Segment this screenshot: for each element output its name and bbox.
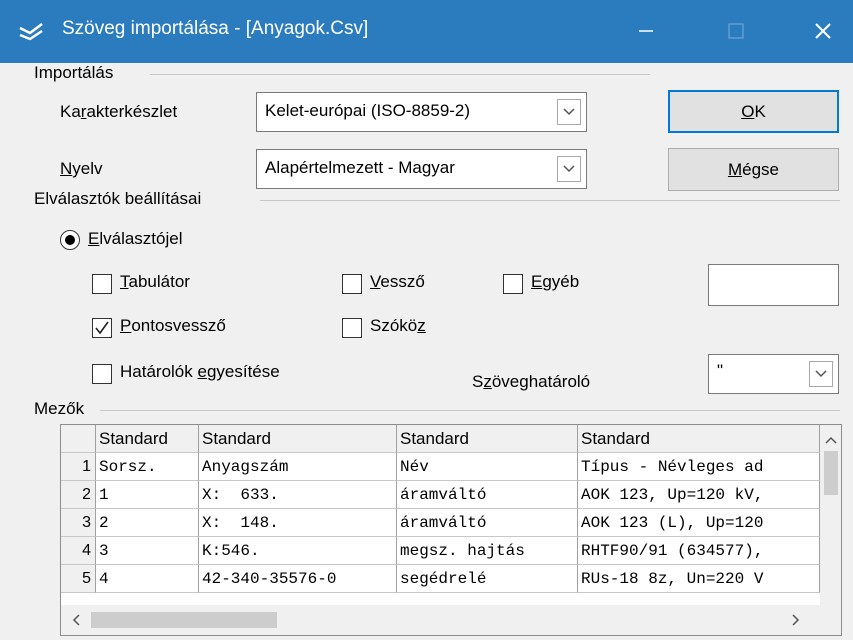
other-checkbox[interactable]: [503, 274, 523, 294]
table-cell: megsz. hajtás: [397, 537, 578, 565]
minimize-button[interactable]: [616, 8, 676, 54]
window-title: Szöveg importálása - [Anyagok.Csv]: [62, 18, 369, 39]
preview-grid[interactable]: Standard Standard Standard Standard 1 So…: [60, 424, 842, 636]
close-icon: [815, 23, 831, 39]
space-checkbox-label[interactable]: Szóköz: [370, 316, 426, 336]
table-cell: segédrelé: [397, 565, 578, 593]
horizontal-scrollbar[interactable]: [61, 605, 841, 635]
charset-select[interactable]: Kelet-európai (ISO-8859-2): [256, 92, 587, 132]
title-bar: Szöveg importálása - [Anyagok.Csv]: [0, 0, 853, 63]
ok-button-label: OK: [741, 101, 766, 121]
table-cell: RUs-18 8z, Un=220 V: [578, 565, 820, 593]
row-number: 2: [61, 481, 96, 509]
libreoffice-gull-icon: [19, 23, 43, 41]
table-cell: K:546.: [199, 537, 397, 565]
table-cell: Anyagszám: [199, 453, 397, 481]
maximize-button: [706, 8, 766, 54]
radio-dot: [65, 235, 75, 245]
table-cell: áramváltó: [397, 509, 578, 537]
fields-group-label: Mezők: [34, 399, 91, 419]
maximize-icon: [728, 23, 744, 39]
separator-group-label: Elválasztók beállításai: [34, 189, 208, 209]
table-cell: AOK 123, Up=120 kV,: [578, 481, 820, 509]
minimize-icon: [639, 30, 653, 32]
column-header[interactable]: Standard: [199, 425, 397, 453]
language-value: Alapértelmezett - Magyar: [265, 158, 455, 177]
tab-checkbox[interactable]: [92, 274, 112, 294]
semicolon-checkbox[interactable]: [92, 318, 112, 338]
column-header[interactable]: Standard: [397, 425, 578, 453]
chevron-left-icon[interactable]: [65, 609, 87, 631]
separator-radio[interactable]: [60, 230, 80, 250]
comma-checkbox[interactable]: [342, 274, 362, 294]
fields-group-line: [100, 410, 840, 411]
row-number: 1: [61, 453, 96, 481]
other-checkbox-label[interactable]: Egyéb: [531, 272, 579, 292]
chevron-down-icon[interactable]: [557, 156, 581, 182]
language-select[interactable]: Alapértelmezett - Magyar: [256, 149, 587, 189]
chevron-up-icon[interactable]: [820, 429, 842, 451]
merge-delimiters-checkbox[interactable]: [92, 364, 112, 384]
table-cell: 2: [96, 509, 199, 537]
comma-checkbox-label[interactable]: Vessző: [370, 272, 425, 292]
table-cell: 1: [96, 481, 199, 509]
language-label: Nyelv: [60, 159, 103, 178]
row-number: 4: [61, 537, 96, 565]
merge-delimiters-label[interactable]: Határolók egyesítése: [120, 362, 280, 382]
charset-value: Kelet-európai (ISO-8859-2): [265, 101, 471, 120]
column-header[interactable]: Standard: [578, 425, 820, 453]
separator-group-line: [260, 200, 840, 201]
other-separator-input[interactable]: [708, 264, 839, 306]
chevron-right-icon[interactable]: [785, 609, 807, 631]
text-delimiter-select[interactable]: ": [708, 354, 839, 394]
checkmark-icon: [95, 321, 109, 335]
tab-checkbox-label[interactable]: Tabulátor: [120, 272, 190, 292]
table-cell: X: 633.: [199, 481, 397, 509]
grid-corner: [61, 425, 96, 453]
space-checkbox[interactable]: [342, 318, 362, 338]
separator-radio-label[interactable]: Elválasztójel: [88, 229, 183, 249]
table-cell: Típus - Névleges ad: [578, 453, 820, 481]
charset-label: Karakterkészlet: [60, 102, 178, 121]
table-cell: áramváltó: [397, 481, 578, 509]
horizontal-scrollbar-thumb[interactable]: [91, 612, 277, 628]
vertical-scrollbar[interactable]: [820, 425, 842, 605]
import-group-line: [150, 74, 650, 75]
close-button[interactable]: [793, 8, 853, 54]
table-cell: 42-340-35576-0: [199, 565, 397, 593]
vertical-scrollbar-thumb[interactable]: [824, 451, 838, 495]
table-cell: 4: [96, 565, 199, 593]
table-cell: 3: [96, 537, 199, 565]
row-number: 3: [61, 509, 96, 537]
table-cell: Sorsz.: [96, 453, 199, 481]
ok-button[interactable]: OK: [668, 90, 839, 133]
chevron-down-icon[interactable]: [809, 361, 833, 387]
column-header[interactable]: Standard: [96, 425, 199, 453]
table-cell: X: 148.: [199, 509, 397, 537]
cancel-button-label: Mégse: [727, 159, 780, 179]
import-group-label: Importálás: [34, 63, 120, 83]
text-delimiter-label: Szöveghatároló: [472, 372, 591, 391]
table-cell: AOK 123 (L), Up=120: [578, 509, 820, 537]
cancel-button[interactable]: Mégse: [668, 148, 839, 191]
row-number: 5: [61, 565, 96, 593]
chevron-down-icon[interactable]: [557, 99, 581, 125]
text-delimiter-value: ": [717, 361, 724, 380]
table-cell: RHTF90/91 (634577),: [578, 537, 820, 565]
table-cell: Név: [397, 453, 578, 481]
semicolon-checkbox-label[interactable]: Pontosvessző: [120, 316, 226, 336]
